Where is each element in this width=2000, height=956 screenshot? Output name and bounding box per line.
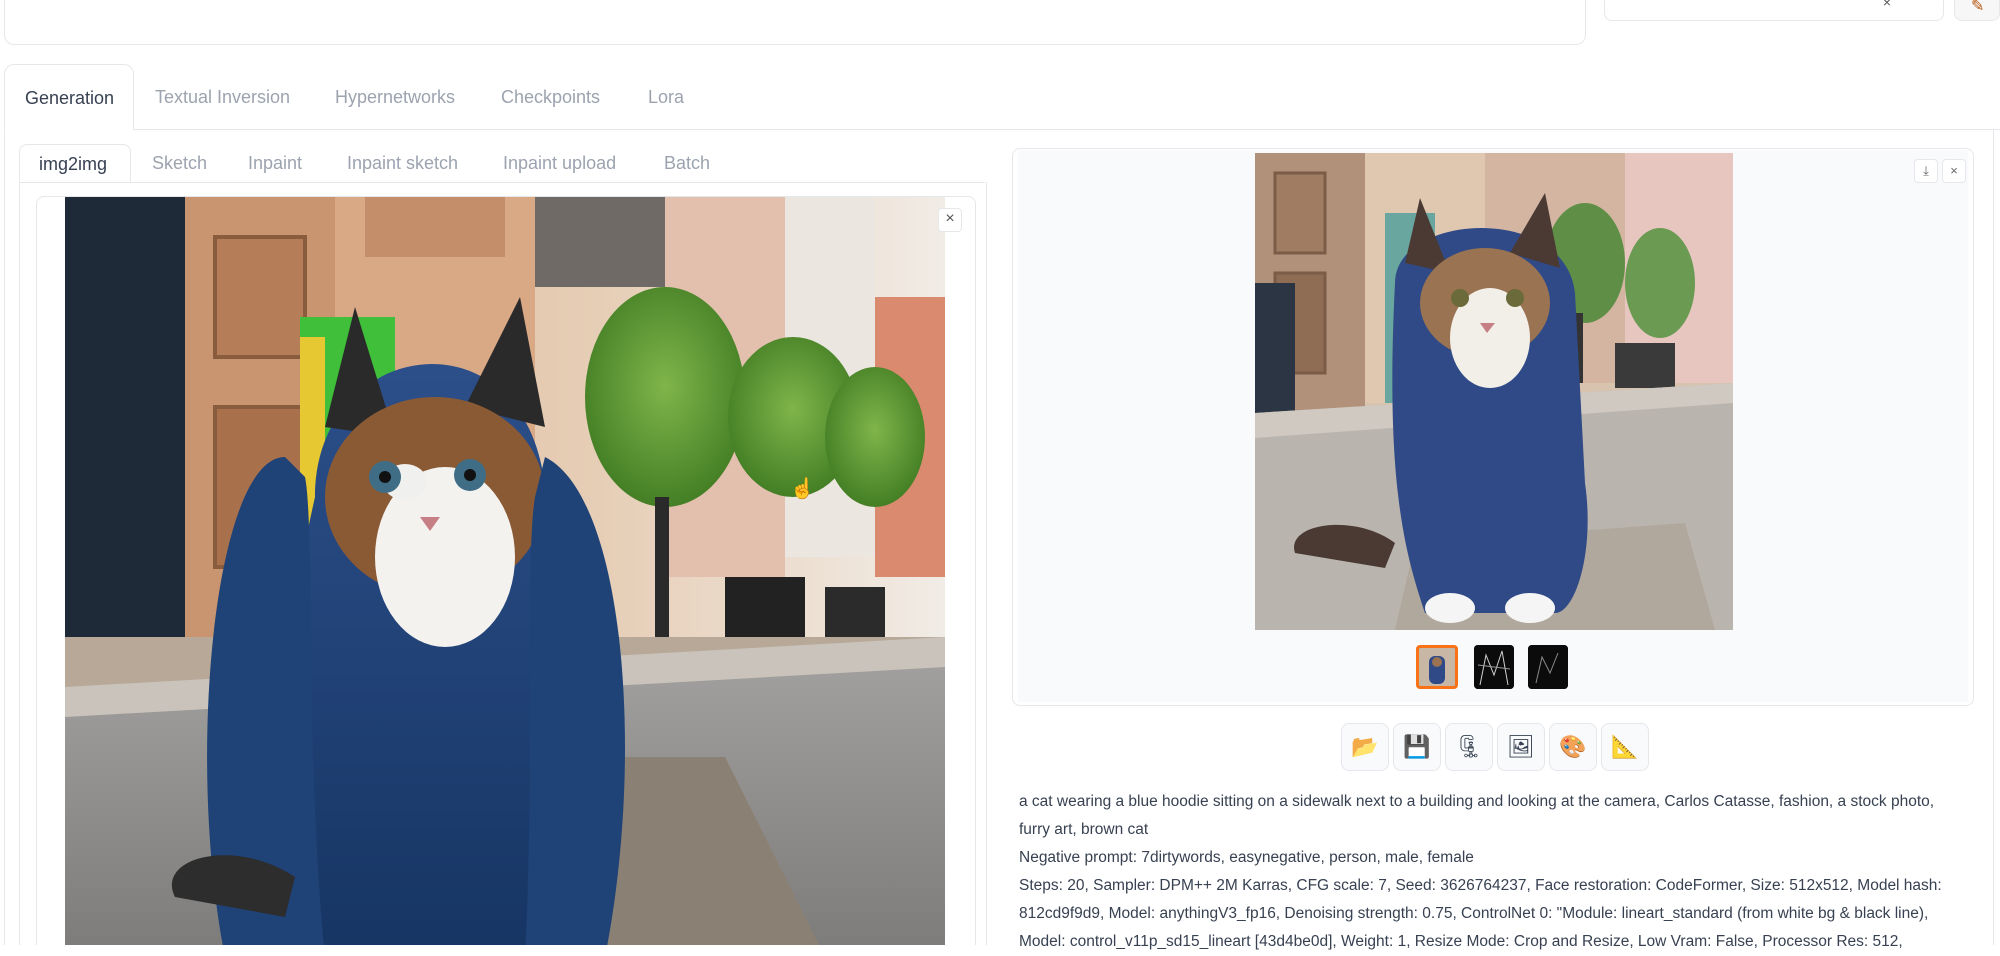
tab-textual-inversion[interactable]: Textual Inversion <box>135 64 310 130</box>
tab-hypernetworks[interactable]: Hypernetworks <box>315 64 475 130</box>
send-to-extras-button[interactable]: 📐 <box>1601 723 1649 771</box>
output-image[interactable] <box>1255 153 1733 630</box>
output-toolbar: 📂 💾 🗜 🖼 🎨 📐 <box>1341 723 1649 773</box>
zip-icon: 🗜 <box>1455 734 1483 759</box>
paint-brush-button[interactable]: ✎ <box>1954 0 2000 21</box>
input-image-box[interactable] <box>36 196 976 945</box>
tab-img2img[interactable]: img2img <box>19 144 131 182</box>
main-tabs: Generation Textual Inversion Hypernetwor… <box>4 64 2000 130</box>
info-negative-prompt: Negative prompt: 7dirtywords, easynegati… <box>1019 849 1474 866</box>
top-right-input[interactable]: × <box>1604 0 1944 21</box>
output-close-button[interactable]: × <box>1942 159 1966 183</box>
subtabs-divider <box>19 182 985 183</box>
thumbnail-1[interactable] <box>1416 645 1458 689</box>
tab-sketch[interactable]: Sketch <box>133 144 226 182</box>
thumbnail-2[interactable] <box>1474 645 1514 689</box>
clear-icon[interactable]: × <box>1883 0 1891 10</box>
input-image[interactable] <box>65 197 945 945</box>
tab-lora[interactable]: Lora <box>628 64 704 130</box>
tab-generation[interactable]: Generation <box>4 64 134 130</box>
triangle-ruler-icon: 📐 <box>1611 734 1639 759</box>
info-prompt: a cat wearing a blue hoodie sitting on a… <box>1019 793 1935 838</box>
tab-batch[interactable]: Batch <box>645 144 729 182</box>
info-parameters: Steps: 20, Sampler: DPM++ 2M Karras, CFG… <box>1019 877 1942 950</box>
thumbnail-3[interactable] <box>1528 645 1568 689</box>
tab-inpaint[interactable]: Inpaint <box>229 144 321 182</box>
open-folder-icon: 📂 <box>1351 734 1379 759</box>
palette-icon: 🎨 <box>1559 734 1587 759</box>
hand-cursor-icon: ☝ <box>790 478 815 500</box>
input-close-button[interactable]: × <box>938 208 962 232</box>
download-button[interactable]: ⤓ <box>1914 159 1938 183</box>
paint-brush-icon: ✎ <box>1971 0 1985 15</box>
send-to-inpaint-button[interactable]: 🎨 <box>1549 723 1597 771</box>
image-icon: 🖼 <box>1507 734 1535 759</box>
save-icon: 💾 <box>1403 734 1431 759</box>
tab-checkpoints[interactable]: Checkpoints <box>481 64 620 130</box>
generation-info: a cat wearing a blue hoodie sitting on a… <box>1019 788 1964 956</box>
open-folder-button[interactable]: 📂 <box>1341 723 1389 771</box>
save-button[interactable]: 💾 <box>1393 723 1441 771</box>
send-to-img2img-button[interactable]: 🖼 <box>1497 723 1545 771</box>
zip-button[interactable]: 🗜 <box>1445 723 1493 771</box>
prompt-panel-bottom <box>4 0 1586 45</box>
tab-inpaint-upload[interactable]: Inpaint upload <box>484 144 635 182</box>
tab-inpaint-sketch[interactable]: Inpaint sketch <box>328 144 477 182</box>
